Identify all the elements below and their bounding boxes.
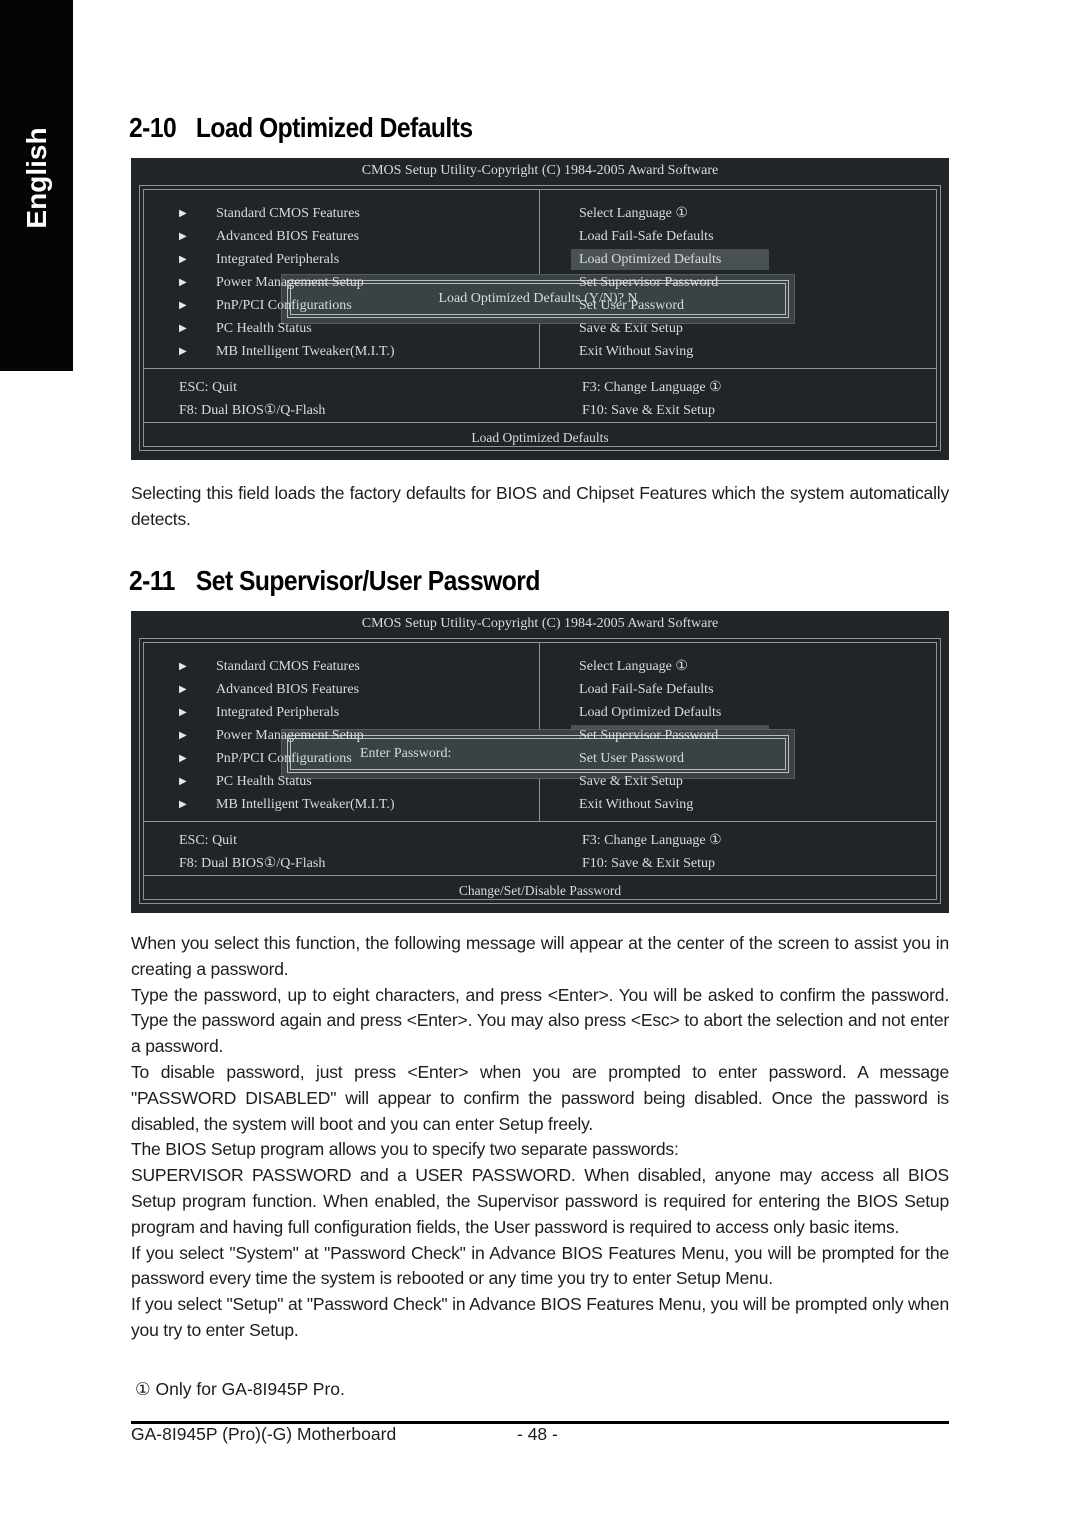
bios-left-menu: ▶ Standard CMOS Features ▶ Advanced BIOS F… bbox=[144, 202, 395, 363]
submenu-arrow-icon: ▶ bbox=[179, 346, 187, 357]
paragraph: To disable password, just press <Enter> … bbox=[131, 1061, 949, 1134]
bios-menu-item[interactable]: ▶ Advanced BIOS Features bbox=[144, 225, 395, 248]
bios-right-menu: Select Language ① Load Fail-Safe Default… bbox=[570, 655, 770, 816]
submenu-arrow-icon: ▶ bbox=[179, 254, 187, 265]
section-heading-load-optimized-defaults: 2-10 Load Optimized Defaults bbox=[129, 112, 473, 144]
bios-menu-item[interactable]: Load Optimized Defaults bbox=[579, 701, 721, 724]
bios-status-line: Change/Set/Disable Password bbox=[458, 883, 622, 898]
bios-divider bbox=[144, 422, 936, 423]
section-description: Selecting this field loads the factory d… bbox=[131, 481, 949, 533]
section-heading-set-password: 2-11 Set Supervisor/User Password bbox=[129, 565, 540, 597]
section-title: Set Supervisor/User Password bbox=[195, 565, 541, 596]
key-esc: ESC: Quit bbox=[179, 380, 237, 395]
key-f3: F3: Change Language ① bbox=[582, 833, 722, 848]
submenu-arrow-icon: ▶ bbox=[179, 730, 187, 741]
side-tab-label: English bbox=[21, 127, 52, 229]
submenu-arrow-icon: ▶ bbox=[179, 684, 187, 695]
bios-screen-set-password: CMOS Setup Utility-Copyright (C) 1984-20… bbox=[131, 611, 949, 913]
password-instructions: When you select this function, the follo… bbox=[131, 931, 949, 1344]
bios-title: CMOS Setup Utility-Copyright (C) 1984-20… bbox=[361, 163, 719, 178]
bios-menu-item[interactable]: ▶ Integrated Peripherals bbox=[144, 701, 395, 724]
submenu-arrow-icon: ▶ bbox=[179, 661, 187, 672]
bios-menu-item[interactable]: ▶ Advanced BIOS Features bbox=[144, 678, 395, 701]
paragraph: SUPERVISOR PASSWORD and a USER PASSWORD.… bbox=[131, 1165, 949, 1237]
bios-menu-item[interactable]: ▶ Standard CMOS Features bbox=[144, 202, 395, 225]
key-esc: ESC: Quit bbox=[179, 833, 237, 848]
footer-product-name: GA-8I945P (Pro)(-G) Motherboard bbox=[131, 1424, 397, 1444]
bios-menu-item[interactable]: Load Fail-Safe Defaults bbox=[579, 678, 721, 701]
bios-menu-item[interactable]: Exit Without Saving bbox=[579, 340, 721, 363]
footnote: ① Only for GA-8I945P Pro. bbox=[135, 1379, 345, 1399]
key-f8: F8: Dual BIOS①/Q-Flash bbox=[179, 856, 326, 871]
paragraph: If you select "System" at "Password Chec… bbox=[131, 1242, 949, 1289]
bios-menu-item[interactable]: ▶ MB Intelligent Tweaker(M.I.T.) bbox=[144, 340, 395, 363]
section-number: 2-10 bbox=[129, 112, 177, 143]
bios-key-legend: ESC: Quit F3: Change Language ① F8: Dual … bbox=[179, 829, 916, 875]
bios-divider bbox=[144, 875, 936, 876]
bios-menu-item-selected[interactable]: Load Optimized Defaults bbox=[570, 248, 770, 271]
bios-right-menu: Select Language ① Load Fail-Safe Default… bbox=[570, 202, 770, 363]
bios-menu-item[interactable]: ▶ MB Intelligent Tweaker(M.I.T.) bbox=[144, 793, 395, 816]
paragraph: When you select this function, the follo… bbox=[131, 933, 949, 979]
submenu-arrow-icon: ▶ bbox=[179, 300, 187, 311]
submenu-arrow-icon: ▶ bbox=[179, 753, 187, 764]
paragraph: The BIOS Setup program allows you to spe… bbox=[131, 1139, 679, 1160]
bios-menu-item[interactable]: Exit Without Saving bbox=[579, 793, 721, 816]
bios-key-legend: ESC: Quit F3: Change Language ① F8: Dual … bbox=[179, 376, 916, 422]
submenu-arrow-icon: ▶ bbox=[179, 799, 187, 810]
paragraph: Type the password, up to eight character… bbox=[131, 984, 949, 1057]
bios-menu-item[interactable]: ▶ Standard CMOS Features bbox=[144, 655, 395, 678]
bios-divider bbox=[144, 368, 936, 369]
bios-menu-item[interactable]: Select Language ① bbox=[579, 655, 721, 678]
submenu-arrow-icon: ▶ bbox=[179, 776, 187, 787]
bios-title: CMOS Setup Utility-Copyright (C) 1984-20… bbox=[361, 616, 719, 631]
paragraph: Selecting this field loads the factory d… bbox=[131, 483, 949, 529]
bios-menu-item[interactable]: Load Fail-Safe Defaults bbox=[579, 225, 721, 248]
bios-screen-load-defaults: CMOS Setup Utility-Copyright (C) 1984-20… bbox=[131, 158, 949, 460]
submenu-arrow-icon: ▶ bbox=[179, 707, 187, 718]
page-number: - 48 - bbox=[517, 1424, 558, 1444]
section-number: 2-11 bbox=[129, 565, 175, 596]
bios-left-menu: ▶ Standard CMOS Features ▶ Advanced BIOS F… bbox=[144, 655, 395, 816]
key-f10: F10: Save & Exit Setup bbox=[582, 856, 715, 871]
language-side-tab: English bbox=[0, 0, 73, 371]
bios-status-line: Load Optimized Defaults bbox=[471, 430, 609, 445]
submenu-arrow-icon: ▶ bbox=[179, 277, 187, 288]
key-f8: F8: Dual BIOS①/Q-Flash bbox=[179, 403, 326, 418]
submenu-arrow-icon: ▶ bbox=[179, 231, 187, 242]
key-f3: F3: Change Language ① bbox=[582, 380, 722, 395]
key-f10: F10: Save & Exit Setup bbox=[582, 403, 715, 418]
password-prompt[interactable]: Enter Password: bbox=[360, 730, 451, 778]
bios-menu-item[interactable]: ▶ Integrated Peripherals bbox=[144, 248, 395, 271]
section-title: Load Optimized Defaults bbox=[195, 112, 473, 143]
submenu-arrow-icon: ▶ bbox=[179, 208, 187, 219]
paragraph: If you select "Setup" at "Password Check… bbox=[131, 1294, 949, 1340]
bios-divider bbox=[144, 821, 936, 822]
submenu-arrow-icon: ▶ bbox=[179, 323, 187, 334]
bios-menu-item[interactable]: Select Language ① bbox=[579, 202, 721, 225]
